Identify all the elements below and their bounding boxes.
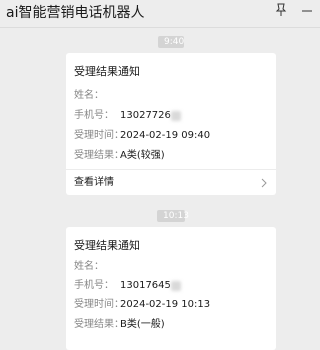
name-label: 姓名： <box>74 261 104 272</box>
timestamp: 10:13 <box>157 210 189 222</box>
minimize-button[interactable] <box>296 0 318 22</box>
name-label: 姓名： <box>74 90 104 101</box>
time-value: 2024-02-19 10:13 <box>120 299 211 310</box>
chevron-right-icon <box>261 178 267 188</box>
timestamp: 9:40 <box>158 36 184 48</box>
notification-card: 受理结果通知 姓名： 手机号： 13017645 受理时间： 2024-02-1… <box>66 227 276 350</box>
redaction-blur <box>171 281 181 291</box>
phone-label: 手机号： <box>74 110 114 121</box>
minimize-icon <box>302 10 312 12</box>
time-label: 受理时间： <box>74 299 124 310</box>
window-title: ai智能营销电话机器人 <box>6 5 145 21</box>
card-title: 受理结果通知 <box>74 239 140 252</box>
card-title: 受理结果通知 <box>74 65 140 78</box>
title-bar: ai智能营销电话机器人 <box>0 0 320 28</box>
result-value: A类(较强) <box>120 150 165 161</box>
view-details-button[interactable]: 查看详情 <box>66 170 276 195</box>
time-label: 受理时间： <box>74 130 124 141</box>
phone-label: 手机号： <box>74 280 114 291</box>
result-label: 受理结果： <box>74 150 124 161</box>
pin-button[interactable] <box>270 0 292 22</box>
phone-value: 13017645 <box>120 280 171 291</box>
redaction-blur <box>171 111 181 121</box>
time-value: 2024-02-19 09:40 <box>120 130 211 141</box>
title-divider <box>0 27 320 28</box>
result-value: B类(一般) <box>120 319 165 330</box>
view-details-label: 查看详情 <box>74 177 114 188</box>
pin-icon <box>275 3 287 16</box>
phone-value: 13027726 <box>120 110 171 121</box>
result-label: 受理结果： <box>74 319 124 330</box>
notification-card: 受理结果通知 姓名： 手机号： 13027726 受理时间： 2024-02-1… <box>66 53 276 195</box>
